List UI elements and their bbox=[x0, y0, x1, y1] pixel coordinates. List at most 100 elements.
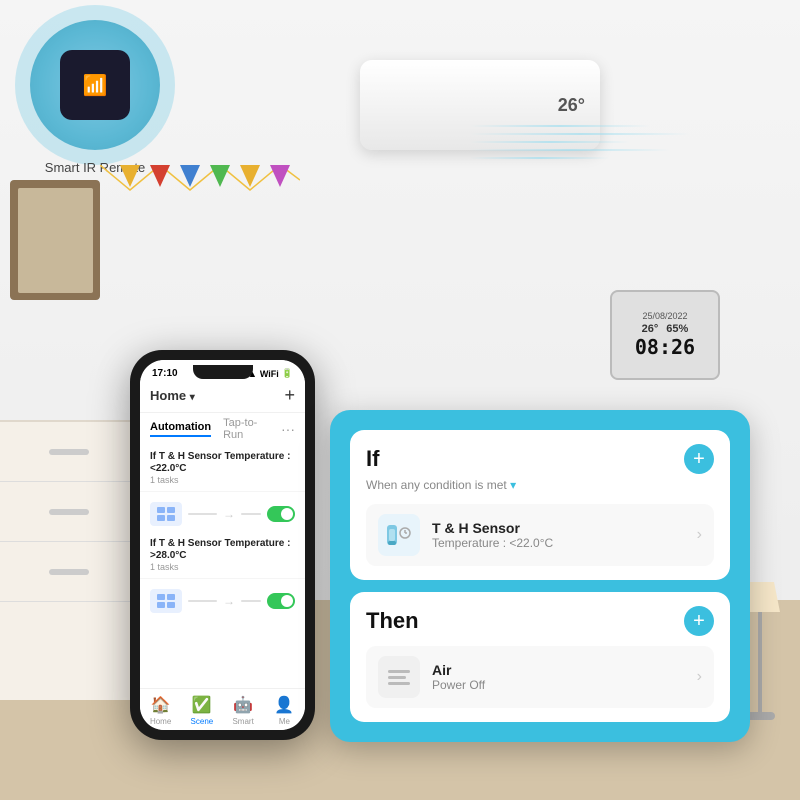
nav-home-label: Home bbox=[150, 717, 171, 726]
air-row[interactable]: Air Power Off › bbox=[366, 646, 714, 708]
automation-item-2[interactable]: If T & H Sensor Temperature : >28.0°C 1 … bbox=[140, 532, 305, 579]
airflow-line-3 bbox=[470, 141, 630, 143]
home-title: Home ▾ bbox=[150, 388, 195, 403]
automation-2-title: If T & H Sensor Temperature : bbox=[150, 538, 295, 549]
thermostat: 25/08/2022 26° 65% 08:26 bbox=[610, 290, 720, 380]
airflow-line-5 bbox=[470, 157, 610, 159]
thermostat-readings: 26° 65% bbox=[642, 323, 689, 335]
drawer-handle-2 bbox=[49, 509, 89, 515]
phone-notch bbox=[193, 365, 253, 379]
automation-1-title: If T & H Sensor Temperature : bbox=[150, 451, 295, 462]
nav-home[interactable]: 🏠 Home bbox=[140, 695, 181, 726]
then-title: Then bbox=[366, 608, 419, 634]
cabinet bbox=[0, 420, 140, 700]
nav-me[interactable]: 👤 Me bbox=[264, 695, 305, 726]
bunting bbox=[100, 165, 300, 195]
airflow-line-2 bbox=[470, 133, 690, 135]
scene-nav-icon: ✅ bbox=[192, 695, 212, 715]
popup-card: If + When any condition is met ▾ T & H S… bbox=[330, 410, 750, 742]
battery-icon: 🔋 bbox=[282, 368, 293, 379]
drawer-handle-3 bbox=[49, 569, 89, 575]
tab-more[interactable]: ··· bbox=[281, 421, 295, 437]
condition-text: When any condition is met ▾ bbox=[366, 478, 714, 492]
thermostat-temp: 26° bbox=[642, 323, 659, 335]
if-section: If + When any condition is met ▾ T & H S… bbox=[350, 430, 730, 580]
lamp-pole bbox=[758, 612, 762, 712]
nav-smart[interactable]: 🤖 Smart bbox=[223, 695, 264, 726]
status-icons: ▲ WiFi 🔋 bbox=[248, 368, 293, 379]
phone-nav: 🏠 Home ✅ Scene 🤖 Smart 👤 Me bbox=[140, 688, 305, 730]
toggle-circle-1 bbox=[281, 508, 293, 520]
automation-item-1[interactable]: If T & H Sensor Temperature : <22.0°C 1 … bbox=[140, 445, 305, 492]
phone-tabs: Automation Tap-to-Run ··· bbox=[140, 413, 305, 445]
wifi-icon: 📶 bbox=[83, 73, 108, 98]
if-title: If bbox=[366, 446, 379, 472]
wall-frame bbox=[10, 180, 100, 300]
home-nav-icon: 🏠 bbox=[151, 695, 171, 715]
automation-1-subtitle: <22.0°C bbox=[150, 463, 295, 474]
then-add-button[interactable]: + bbox=[684, 606, 714, 636]
nav-scene[interactable]: ✅ Scene bbox=[181, 695, 222, 726]
arrow-icon-2: → bbox=[223, 594, 235, 608]
toggle-1[interactable] bbox=[267, 506, 295, 522]
arrow-icon-1: → bbox=[223, 507, 235, 521]
condition-dropdown[interactable]: ▾ bbox=[510, 478, 516, 492]
phone-header: Home ▾ + bbox=[140, 381, 305, 413]
air-icon bbox=[378, 656, 420, 698]
auto-line-small-2 bbox=[241, 600, 261, 602]
sensor-info: T & H Sensor Temperature : <22.0°C bbox=[432, 520, 685, 550]
ac-display: 26° bbox=[558, 95, 585, 116]
sensor-detail: Temperature : <22.0°C bbox=[432, 536, 685, 550]
ir-remote-circle: 📶 bbox=[30, 20, 160, 150]
nav-me-label: Me bbox=[279, 717, 290, 726]
me-nav-icon: 👤 bbox=[274, 695, 294, 715]
smart-nav-icon: 🤖 bbox=[233, 695, 253, 715]
status-time: 17:10 bbox=[152, 368, 178, 379]
air-detail: Power Off bbox=[432, 678, 685, 692]
air-lines-icon bbox=[388, 670, 410, 685]
airflow-lines bbox=[470, 125, 690, 159]
phone-screen: 17:10 ▲ WiFi 🔋 Home ▾ + Automation Tap-t… bbox=[140, 360, 305, 730]
automation-1-row: → bbox=[140, 498, 305, 532]
drawer-2 bbox=[0, 482, 138, 542]
drawer-3 bbox=[0, 542, 138, 602]
toggle-2[interactable] bbox=[267, 593, 295, 609]
automation-2-row: → bbox=[140, 585, 305, 619]
tab-tap-to-run[interactable]: Tap-to-Run bbox=[223, 417, 269, 441]
sensor-chevron: › bbox=[697, 526, 702, 544]
thermostat-time: 08:26 bbox=[635, 335, 695, 359]
air-name: Air bbox=[432, 662, 685, 678]
toggle-circle-2 bbox=[281, 595, 293, 607]
thermostat-date: 25/08/2022 bbox=[642, 311, 687, 321]
air-info: Air Power Off bbox=[432, 662, 685, 692]
then-section-header: Then + bbox=[366, 606, 714, 636]
airflow-line-4 bbox=[470, 149, 670, 151]
sensor-row[interactable]: T & H Sensor Temperature : <22.0°C › bbox=[366, 504, 714, 566]
frame-inner bbox=[18, 188, 93, 293]
if-section-header: If + bbox=[366, 444, 714, 474]
nav-smart-label: Smart bbox=[232, 717, 253, 726]
automation-1-tasks: 1 tasks bbox=[150, 475, 295, 485]
automation-1-icon bbox=[150, 502, 182, 526]
then-section: Then + Air Power Off › bbox=[350, 592, 730, 722]
automation-2-tasks: 1 tasks bbox=[150, 562, 295, 572]
ir-device: 📶 bbox=[60, 50, 130, 120]
auto-line-2 bbox=[188, 600, 217, 602]
drawer-1 bbox=[0, 422, 138, 482]
thermostat-humidity: 65% bbox=[666, 323, 688, 335]
sensor-icon bbox=[378, 514, 420, 556]
nav-scene-label: Scene bbox=[191, 717, 214, 726]
add-button[interactable]: + bbox=[284, 385, 295, 406]
air-chevron: › bbox=[697, 668, 702, 686]
automation-2-icon bbox=[150, 589, 182, 613]
sensor-name: T & H Sensor bbox=[432, 520, 685, 536]
auto-line-1 bbox=[188, 513, 217, 515]
automation-2-subtitle: >28.0°C bbox=[150, 550, 295, 561]
if-add-button[interactable]: + bbox=[684, 444, 714, 474]
auto-line-small-1 bbox=[241, 513, 261, 515]
airflow-line-1 bbox=[470, 125, 650, 127]
tab-automation[interactable]: Automation bbox=[150, 421, 211, 437]
ir-remote-container: 📶 Smart IR Remote bbox=[30, 20, 160, 175]
phone-mockup: 17:10 ▲ WiFi 🔋 Home ▾ + Automation Tap-t… bbox=[130, 350, 315, 740]
drawer-handle-1 bbox=[49, 449, 89, 455]
